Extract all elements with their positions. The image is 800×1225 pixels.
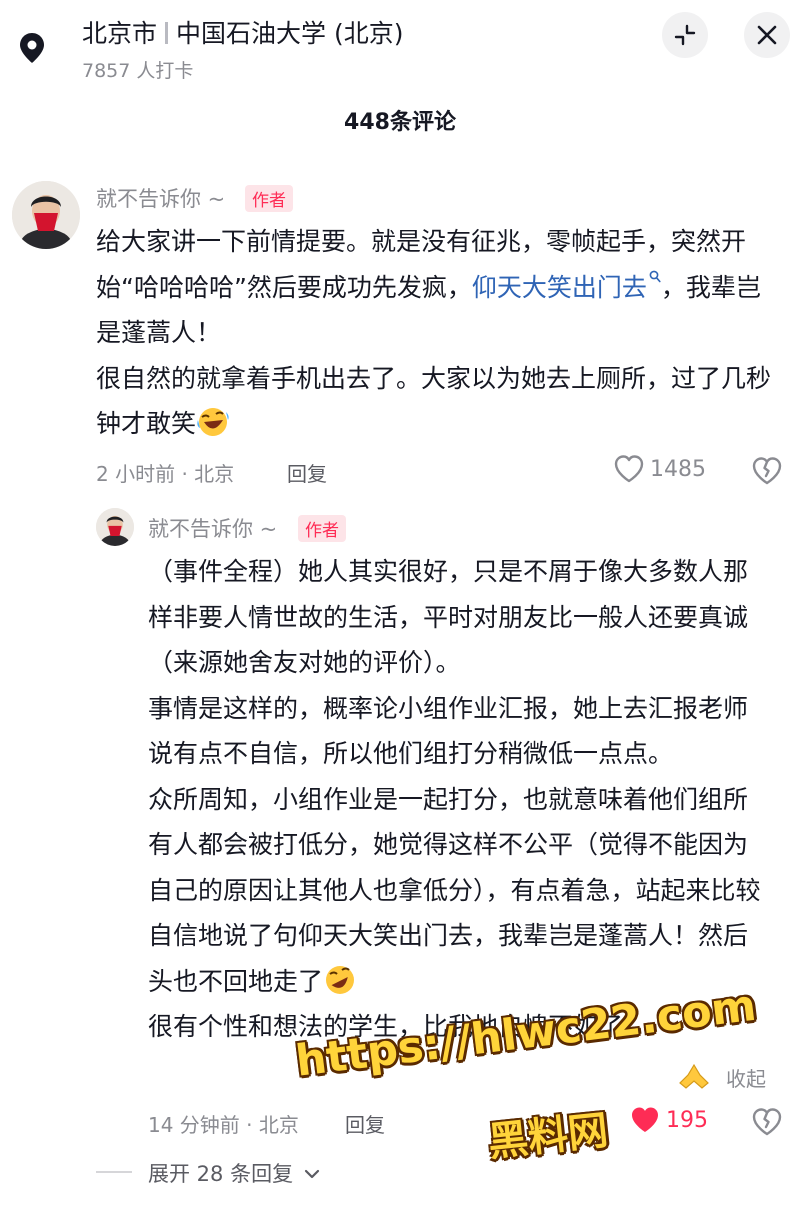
reply-reply-button[interactable]: 回复 <box>345 1109 385 1138</box>
collapse-icon <box>674 24 696 46</box>
like-count: 1485 <box>650 456 706 482</box>
avatar-image <box>12 181 80 249</box>
watermark-site-name: 黑料网 <box>486 1107 611 1166</box>
reply-button[interactable]: 回复 <box>287 458 327 487</box>
avatar[interactable] <box>12 181 80 249</box>
location-title[interactable]: 北京市 中国石油大学 (北京) <box>82 14 403 50</box>
city-name: 北京市 <box>82 19 158 48</box>
heart-filled-icon <box>632 1107 658 1132</box>
expand-replies-button[interactable]: 展开 28 条回复 <box>148 1158 320 1188</box>
expand-divider <box>96 1171 132 1173</box>
checkin-count: 7857 人打卡 <box>82 60 194 82</box>
reply-broken-heart-icon[interactable] <box>752 1108 782 1136</box>
reply-username[interactable]: 就不告诉你 ~ <box>148 513 277 543</box>
title-divider <box>165 22 169 44</box>
reply-like-count: 195 <box>666 1107 708 1133</box>
location-pin-icon <box>20 33 44 63</box>
author-badge: 作者 <box>245 185 293 212</box>
close-icon <box>757 25 777 45</box>
close-button[interactable] <box>744 12 790 58</box>
reply-author-badge: 作者 <box>298 515 346 542</box>
broken-heart-icon[interactable] <box>752 457 782 485</box>
reply-paragraph-3: 众所周知，小组作业是一起打分，也就意味着他们组所有人都会被打低分，她觉得这样不公… <box>148 784 761 996</box>
rofl-emoji-icon <box>326 965 355 994</box>
place-name: 中国石油大学 (北京) <box>176 19 404 48</box>
comment-text: 给大家讲一下前情提要。就是没有征兆，零帧起手，突然开始“哈哈哈哈”然后要成功先发… <box>96 219 772 447</box>
reply-avatar-image <box>96 508 134 546</box>
reply-paragraph-1: （事件全程）她人其实很好，只是不屑于像大多数人那样非要人情世故的生活，平时对朋友… <box>148 557 749 677</box>
comments-count-title: 448条评论 <box>344 110 456 135</box>
collapse-reply-button[interactable]: 收起 <box>726 1063 766 1092</box>
reply-paragraph-2: 事情是这样的，概率论小组作业汇报，她上去汇报老师说有点不自信，所以他们组打分稍微… <box>148 693 749 769</box>
search-icon <box>649 270 661 282</box>
heart-outline-icon <box>614 455 644 483</box>
like-button[interactable]: 1485 <box>614 455 706 483</box>
praying-hands-emoji-icon <box>679 1063 709 1089</box>
collapse-button[interactable] <box>662 12 708 58</box>
reply-avatar[interactable] <box>96 508 134 546</box>
comment-meta: 2 小时前 · 北京 <box>96 462 235 486</box>
comment-username[interactable]: 就不告诉你 ~ <box>96 183 225 213</box>
expand-replies-label: 展开 28 条回复 <box>148 1162 294 1186</box>
chevron-down-icon <box>304 1169 319 1179</box>
reply-like-button[interactable]: 195 <box>630 1106 708 1134</box>
search-link[interactable]: 仰天大笑出门去 <box>472 270 661 302</box>
laughing-crying-emoji-icon <box>197 408 229 436</box>
reply-text: （事件全程）她人其实很好，只是不屑于像大多数人那样非要人情世故的生活，平时对朋友… <box>148 549 768 1050</box>
reply-meta: 14 分钟前 · 北京 <box>148 1113 299 1137</box>
